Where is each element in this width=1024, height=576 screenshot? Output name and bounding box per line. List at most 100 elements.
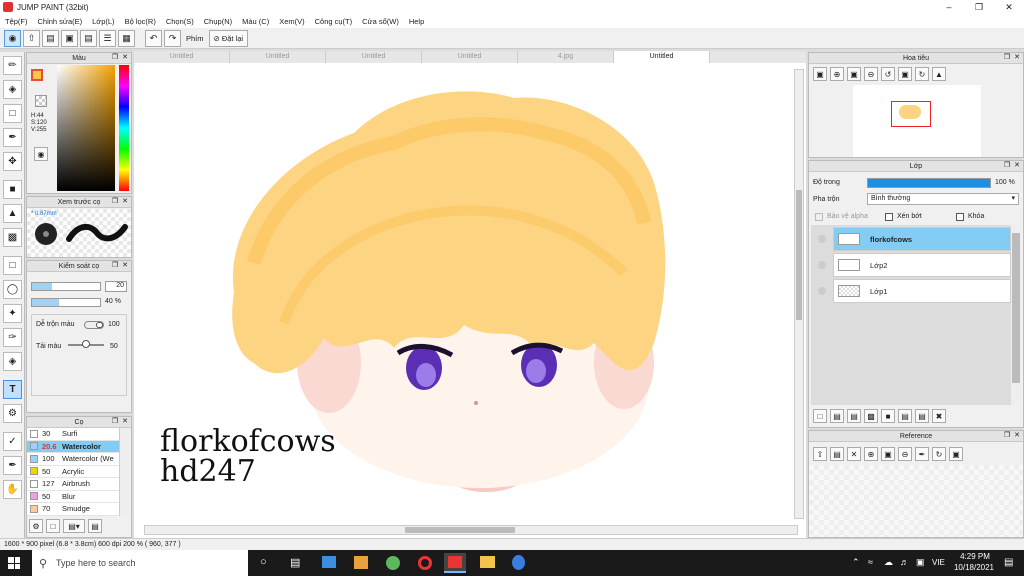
rotate-right-icon[interactable]: ↻ (915, 67, 929, 81)
layer-list-scrollbar[interactable] (1011, 225, 1021, 405)
clipping-checkbox[interactable] (885, 213, 893, 221)
panel-float-icon[interactable]: ❐ (111, 418, 119, 426)
hand-tool-icon[interactable]: ✋ (3, 480, 22, 499)
clock-date[interactable]: 10/18/2021 (950, 563, 998, 572)
panel-float-icon[interactable]: ❐ (1003, 432, 1011, 440)
tab-untitled-3[interactable]: Untitled (326, 51, 422, 63)
zoom-out-icon[interactable]: ⊖ (864, 67, 878, 81)
lock-checkbox[interactable] (956, 213, 964, 221)
layer-blend-select[interactable]: Bình thường ▾ (867, 193, 1019, 205)
menu-file[interactable]: Tệp(F) (0, 17, 33, 26)
load-slider[interactable] (68, 340, 104, 348)
export-icon[interactable]: ▦ (118, 29, 135, 47)
panel-close-icon[interactable]: ✕ (121, 262, 129, 270)
panel-float-icon[interactable]: ❐ (111, 54, 119, 62)
eraser-tool-icon[interactable]: ◈ (3, 80, 22, 99)
menu-layer[interactable]: Lớp(L) (87, 17, 119, 26)
bucket-tool-icon[interactable]: ▲ (3, 204, 22, 223)
navigator-preview[interactable] (853, 85, 981, 157)
select-pen-tool-icon[interactable]: ✑ (3, 328, 22, 347)
clock-time[interactable]: 4:29 PM (955, 552, 995, 561)
menu-capture[interactable]: Chụp(N) (199, 17, 237, 26)
new-tone-layer-icon[interactable]: ▩ (864, 409, 878, 423)
eyedropper-tool-icon[interactable]: ✓ (3, 432, 22, 451)
maximize-button[interactable]: ❐ (964, 0, 994, 14)
brush-item[interactable]: 20.6 Watercolor (27, 440, 119, 453)
undo-button[interactable]: ↶ (145, 29, 162, 47)
upload-icon[interactable]: ⇧ (813, 447, 827, 461)
blend-slider[interactable] (84, 321, 104, 329)
menu-help[interactable]: Help (404, 17, 429, 26)
tab-untitled-1[interactable]: Untitled (134, 51, 230, 63)
tab-untitled-2[interactable]: Untitled (230, 51, 326, 63)
rotate-icon[interactable]: ↻ (932, 447, 946, 461)
tab-untitled-active[interactable]: Untitled (614, 51, 710, 63)
palette-icon[interactable]: ◉ (34, 147, 48, 161)
size-value[interactable]: 20 (105, 281, 127, 292)
layer-item-lop2[interactable]: Lớp2 (818, 253, 1011, 277)
select-eraser-tool-icon[interactable]: ◈ (3, 352, 22, 371)
layer-item-florkofcows[interactable]: florkofcows (818, 227, 1011, 251)
windows-start-icon[interactable] (8, 557, 20, 569)
close-icon[interactable]: ✕ (847, 447, 861, 461)
battery-icon[interactable]: ▣ (916, 557, 925, 568)
zoom-fit-icon[interactable]: ▣ (813, 67, 827, 81)
brush-tool-icon[interactable]: ✏ (3, 56, 22, 75)
menu-tools[interactable]: Công cụ(T) (310, 17, 358, 26)
cloud-icon[interactable]: ☁ (884, 557, 893, 568)
edge-icon[interactable] (512, 555, 525, 570)
eye-icon[interactable] (818, 235, 826, 243)
zoom-actual-icon[interactable]: ▣ (847, 67, 861, 81)
new-layer-8bit-icon[interactable]: ▤ (830, 409, 844, 423)
fill-rect-tool-icon[interactable]: ■ (3, 180, 22, 199)
menu-color[interactable]: Màu (C) (237, 17, 274, 26)
size-slider[interactable] (31, 282, 101, 291)
task-view-icon[interactable]: ▤ (290, 556, 300, 569)
panel-close-icon[interactable]: ✕ (121, 198, 129, 206)
merge-layer-icon[interactable]: ▤ (915, 409, 929, 423)
menu-view[interactable]: Xem(V) (274, 17, 309, 26)
protect-alpha-checkbox[interactable] (815, 213, 823, 221)
zoom-in-icon[interactable]: ⊕ (830, 67, 844, 81)
list-icon[interactable]: ☰ (99, 29, 116, 47)
monitor-icon[interactable]: ▣ (61, 29, 78, 47)
file-explorer-icon[interactable] (480, 556, 495, 568)
panel-close-icon[interactable]: ✕ (121, 418, 129, 426)
brush-item[interactable]: 100 Watercolor (We (27, 453, 119, 466)
panel-close-icon[interactable]: ✕ (1013, 432, 1021, 440)
drawing-canvas[interactable]: florkofcows hd247 (134, 63, 806, 538)
saturation-value-field[interactable] (57, 65, 115, 191)
close-button[interactable]: ✕ (994, 0, 1024, 14)
brush-item[interactable]: 30 Surfi (27, 428, 119, 441)
zoom-in-icon[interactable]: ⊕ (864, 447, 878, 461)
hue-slider[interactable] (119, 65, 129, 191)
layer-item-lop1[interactable]: Lớp1 (818, 279, 1011, 303)
rotate-reset-icon[interactable]: ▣ (898, 67, 912, 81)
layer-opacity-slider[interactable] (867, 178, 991, 188)
redo-button[interactable]: ↷ (164, 29, 181, 47)
gradient-tool-icon[interactable]: ▩ (3, 228, 22, 247)
brush-item[interactable]: 50 Acrylic (27, 465, 119, 478)
tab-4-jpg[interactable]: 4.jpg (518, 51, 614, 63)
magic-wand-tool-icon[interactable]: ✦ (3, 304, 22, 323)
menu-filter[interactable]: Bộ lọc(R) (120, 17, 161, 26)
select-rect-tool-icon[interactable]: □ (3, 256, 22, 275)
share-icon[interactable]: ⇧ (23, 29, 40, 47)
panel-close-icon[interactable]: ✕ (121, 54, 129, 62)
opera-icon[interactable] (418, 556, 432, 570)
flip-icon[interactable]: ▣ (949, 447, 963, 461)
transparent-swatch[interactable] (35, 95, 47, 107)
new-layer-1bit-icon[interactable]: ▤ (847, 409, 861, 423)
document-icon[interactable]: ▤ (80, 29, 97, 47)
menu-window[interactable]: Cửa sổ(W) (357, 17, 404, 26)
delete-layer-icon[interactable]: ✖ (932, 409, 946, 423)
lasso-tool-icon[interactable]: ◯ (3, 280, 22, 299)
eye-icon[interactable] (818, 287, 826, 295)
cortana-icon[interactable]: ○ (260, 556, 267, 568)
brush-item[interactable]: 70 Smudge (27, 503, 119, 516)
eyedropper-icon[interactable]: ✒ (915, 447, 929, 461)
notifications-icon[interactable]: ▤ (1004, 557, 1013, 568)
panel-float-icon[interactable]: ❐ (111, 198, 119, 206)
panel-float-icon[interactable]: ❐ (1003, 54, 1011, 62)
brush-item[interactable]: 50 Blur (27, 490, 119, 503)
